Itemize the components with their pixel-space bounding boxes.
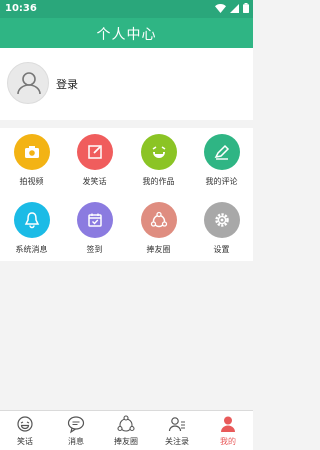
- pencil-icon: [203, 134, 240, 170]
- menu-item-my-works[interactable]: 我的作品: [127, 134, 190, 187]
- menu-label: 设置: [213, 245, 230, 254]
- system-icons: [215, 3, 249, 13]
- menu-item-friends-circle[interactable]: 捧友圈: [127, 202, 190, 255]
- menu-item-shoot-video[interactable]: 拍视频: [0, 134, 63, 187]
- menu-label: 拍视频: [19, 177, 44, 186]
- wifi-icon: [215, 3, 226, 13]
- bell-icon: [13, 202, 50, 238]
- battery-icon: [243, 3, 249, 13]
- menu-label: 我的作品: [142, 177, 175, 186]
- calendar-icon: [76, 202, 113, 238]
- tab-label: 消息: [68, 437, 84, 446]
- bottom-tab-bar: 笑话 消息 捧友圈 关注录 我的: [0, 410, 253, 450]
- joke-face-icon: [0, 413, 50, 435]
- person-icon: [203, 413, 253, 435]
- tab-following[interactable]: 关注录: [152, 413, 202, 447]
- share-circle-icon: [140, 202, 177, 238]
- tab-messages[interactable]: 消息: [51, 413, 101, 447]
- menu-item-settings[interactable]: 设置: [190, 202, 253, 255]
- feature-grid: 拍视频 发笑话 我的作品 我的评论 系统消息 签到 捧友圈 设置: [0, 128, 253, 261]
- gear-icon: [203, 202, 240, 238]
- tab-friends-circle[interactable]: 捧友圈: [101, 413, 151, 447]
- avatar[interactable]: [7, 62, 49, 104]
- menu-label: 发笑话: [82, 177, 107, 186]
- menu-item-my-comments[interactable]: 我的评论: [190, 134, 253, 187]
- menu-label: 系统消息: [15, 245, 48, 254]
- signal-icon: [230, 3, 239, 13]
- follow-list-icon: [152, 413, 202, 435]
- tab-label: 笑话: [17, 437, 33, 446]
- compose-icon: [76, 134, 113, 170]
- title-bar: 个人中心: [0, 18, 253, 48]
- login-link[interactable]: 登录: [56, 76, 78, 92]
- tab-label: 关注录: [165, 437, 189, 446]
- menu-item-system-messages[interactable]: 系统消息: [0, 202, 63, 255]
- camera-icon: [13, 134, 50, 170]
- menu-label: 捧友圈: [146, 245, 171, 254]
- menu-item-check-in[interactable]: 签到: [63, 202, 126, 255]
- tab-label: 我的: [220, 437, 236, 446]
- menu-label: 签到: [86, 245, 103, 254]
- menu-item-post-joke[interactable]: 发笑话: [63, 134, 126, 187]
- profile-card[interactable]: 登录: [0, 48, 253, 120]
- chat-bubble-icon: [51, 413, 101, 435]
- friends-circle-icon: [101, 413, 151, 435]
- status-bar: 10:36: [0, 0, 253, 18]
- user-icon: [17, 72, 41, 95]
- page-title: 个人中心: [96, 27, 157, 43]
- menu-label: 我的评论: [205, 177, 238, 186]
- tab-jokes[interactable]: 笑话: [0, 413, 50, 447]
- tab-label: 捧友圈: [114, 437, 138, 446]
- tab-me[interactable]: 我的: [203, 413, 253, 447]
- status-time: 10:36: [5, 3, 37, 14]
- laugh-icon: [140, 134, 177, 170]
